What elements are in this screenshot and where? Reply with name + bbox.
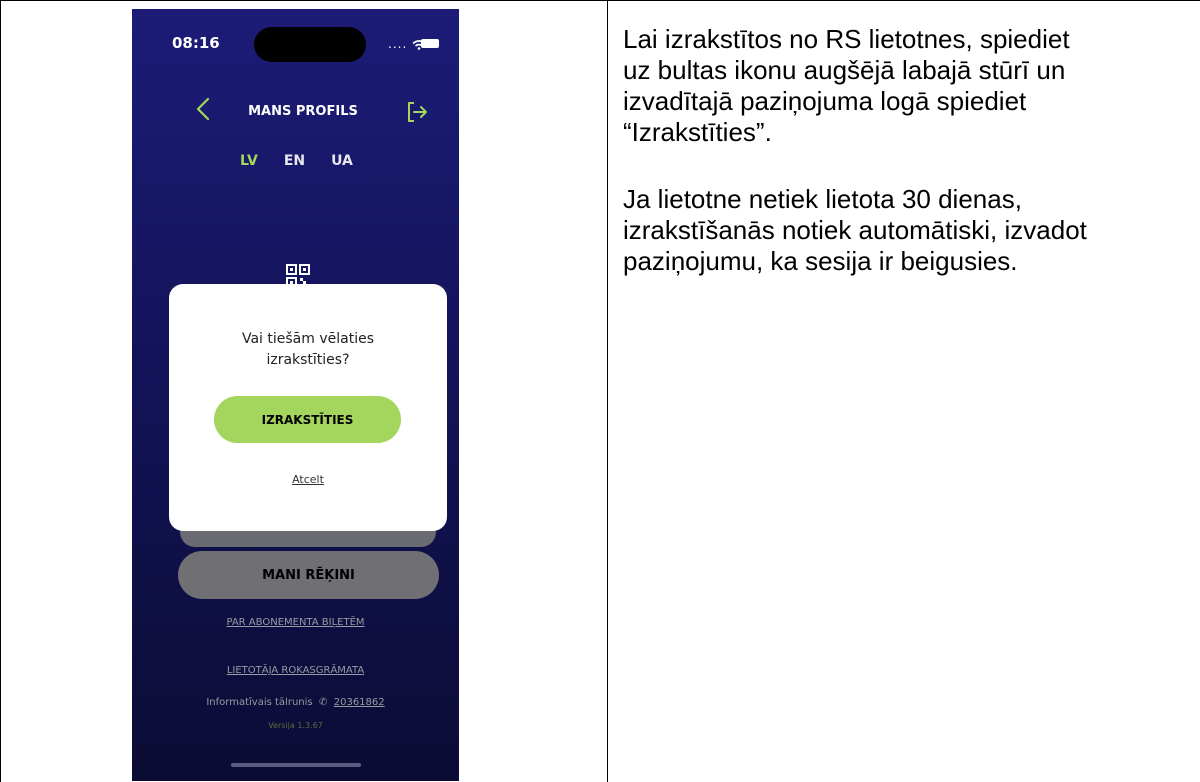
info-phone-line: Informatīvais tālrunis ✆ 20361862 xyxy=(132,697,459,708)
phone-icon: ✆ xyxy=(315,697,331,708)
info-label: Informatīvais tālrunis xyxy=(206,697,313,708)
lang-ua[interactable]: UA xyxy=(331,153,353,169)
home-indicator xyxy=(231,763,361,767)
instruction-paragraph-2: Ja lietotne netiek lietota 30 dienas, iz… xyxy=(623,184,1087,276)
confirm-logout-button[interactable]: IZRAKSTĪTIES xyxy=(214,396,401,443)
instruction-text: Lai izrakstītos no RS lietotnes, spiedie… xyxy=(623,24,1193,313)
status-time: 08:16 xyxy=(172,34,220,52)
app-version: Versija 1.3.67 xyxy=(268,721,323,730)
user-manual-link[interactable]: LIETOTĀJA ROKASGRĀMATA xyxy=(132,665,459,676)
language-switcher: LV EN UA xyxy=(240,153,353,169)
signal-dots: .... xyxy=(388,37,408,51)
lang-lv[interactable]: LV xyxy=(240,153,258,169)
lang-en[interactable]: EN xyxy=(284,153,305,169)
battery-icon xyxy=(421,39,439,48)
table-divider xyxy=(607,0,608,782)
phone-screenshot: 08:16 .... MANS PROFILS LV EN UA MANI RĒ… xyxy=(132,9,459,781)
logout-arrow-icon[interactable] xyxy=(402,97,432,127)
my-invoices-button[interactable]: MANI RĒĶINI xyxy=(178,551,439,599)
subscription-tickets-link[interactable]: PAR ABONEMENTA BIĻETĒM xyxy=(132,617,459,628)
page-title: MANS PROFILS xyxy=(248,104,358,119)
cancel-link[interactable]: Atcelt xyxy=(169,473,447,486)
logout-dialog: Vai tiešām vēlaties izrakstīties? IZRAKS… xyxy=(169,284,447,531)
instruction-paragraph-1: Lai izrakstītos no RS lietotnes, spiedie… xyxy=(623,24,1070,147)
dialog-message: Vai tiešām vēlaties izrakstīties? xyxy=(241,331,374,368)
dynamic-island xyxy=(254,27,366,62)
back-chevron-icon[interactable] xyxy=(190,93,220,125)
info-phone-number[interactable]: 20361862 xyxy=(334,697,385,708)
